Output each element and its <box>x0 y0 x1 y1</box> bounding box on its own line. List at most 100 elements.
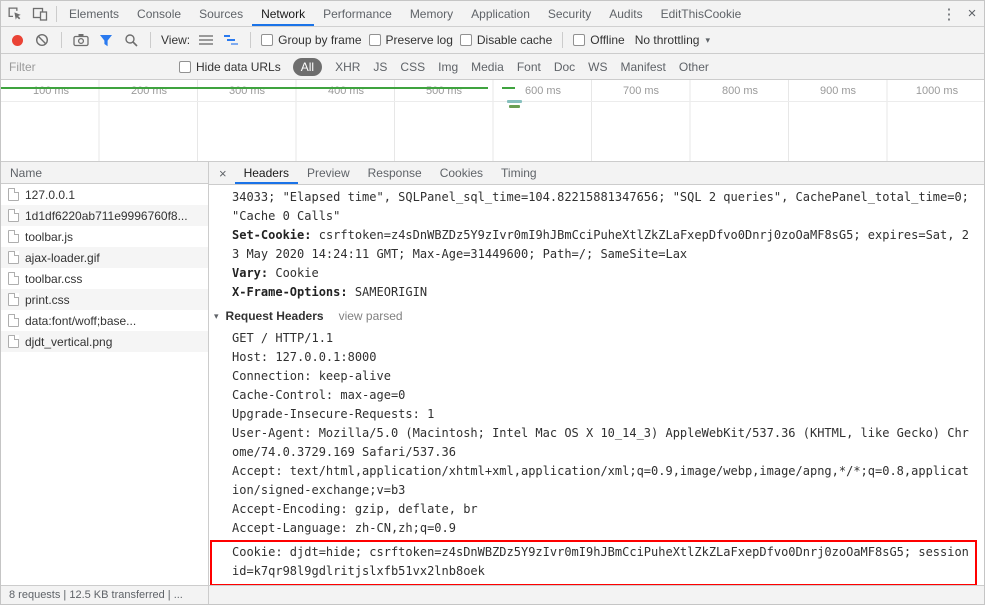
tab-network[interactable]: Network <box>252 1 314 26</box>
checkbox-box <box>261 34 274 46</box>
request-details-panel: × Headers Preview Response Cookies Timin… <box>209 162 984 585</box>
filter-type-font[interactable]: Font <box>517 60 541 74</box>
stylesheet-icon <box>8 293 19 306</box>
response-header-set-cookie: Set-Cookie: csrftoken=z4sDnWBZDz5Y9zIvr0… <box>209 226 980 264</box>
request-row[interactable]: toolbar.js <box>1 226 208 247</box>
request-row[interactable]: 1d1df6220ab711e9996760f8... <box>1 205 208 226</box>
preserve-log-checkbox[interactable]: Preserve log <box>368 33 453 47</box>
details-tab-headers[interactable]: Headers <box>235 162 298 184</box>
request-header-line: Accept-Encoding: gzip, deflate, br <box>232 502 478 516</box>
details-tabbar: × Headers Preview Response Cookies Timin… <box>209 162 984 185</box>
checkbox-box <box>573 34 586 46</box>
request-headers-section[interactable]: ▾ Request Headers view parsed <box>209 307 980 326</box>
more-options-icon[interactable]: ⋮ <box>938 1 960 26</box>
tab-console[interactable]: Console <box>128 1 190 26</box>
filter-input[interactable] <box>9 59 167 74</box>
image-icon <box>8 209 19 222</box>
request-row[interactable]: 127.0.0.1 <box>1 184 208 205</box>
clear-network-log-icon[interactable] <box>33 31 51 49</box>
filter-type-xhr[interactable]: XHR <box>335 60 360 74</box>
details-tab-response[interactable]: Response <box>359 162 431 184</box>
filter-type-other[interactable]: Other <box>679 60 709 74</box>
filter-type-all[interactable]: All <box>292 57 323 76</box>
disable-cache-checkbox[interactable]: Disable cache <box>459 33 552 47</box>
hide-data-urls-checkbox[interactable]: Hide data URLs <box>179 60 281 74</box>
separator <box>250 32 252 48</box>
request-name: ajax-loader.gif <box>25 250 100 265</box>
details-tab-cookies[interactable]: Cookies <box>431 162 492 184</box>
header-overflow-text: 34033; "Elapsed time", SQLPanel_sql_time… <box>232 190 969 223</box>
close-devtools-icon[interactable]: × <box>960 1 984 26</box>
offline-checkbox[interactable]: Offline <box>573 33 625 47</box>
request-row[interactable]: djdt_vertical.png <box>1 331 208 352</box>
request-name: toolbar.css <box>25 271 83 286</box>
request-header-line: Cache-Control: max-age=0 <box>232 388 406 402</box>
network-main-area: Name 127.0.0.1 1d1df6220ab711e9996760f8.… <box>1 162 984 585</box>
header-name: X-Frame-Options: <box>232 285 348 299</box>
tick-label: 800 ms <box>721 85 759 97</box>
device-toolbar-icon[interactable] <box>27 1 53 26</box>
header-value: Cookie <box>275 266 319 280</box>
details-tab-preview[interactable]: Preview <box>298 162 359 184</box>
document-icon <box>8 188 19 201</box>
status-bar: 8 requests | 12.5 KB transferred | ... <box>1 585 984 604</box>
header-name: Set-Cookie: <box>232 228 312 242</box>
response-header-vary: Vary: Cookie <box>209 264 980 283</box>
request-header-line: Upgrade-Insecure-Requests: 1 <box>232 407 435 421</box>
tab-sources[interactable]: Sources <box>190 1 252 26</box>
throttling-select[interactable]: No throttling ▾ <box>632 33 713 47</box>
headers-pane: 34033; "Elapsed time", SQLPanel_sql_time… <box>209 185 984 585</box>
cookie-header-highlight: Cookie: djdt=hide; csrftoken=z4sDnWBZDz5… <box>210 540 977 585</box>
request-name: print.css <box>25 292 70 307</box>
filter-type-ws[interactable]: WS <box>588 60 607 74</box>
request-row[interactable]: toolbar.css <box>1 268 208 289</box>
request-summary: 8 requests | 12.5 KB transferred | ... <box>1 586 209 604</box>
separator <box>562 32 564 48</box>
filter-type-img[interactable]: Img <box>438 60 458 74</box>
tick-label: 900 ms <box>819 85 857 97</box>
request-row[interactable]: data:font/woff;base... <box>1 310 208 331</box>
network-activity-line-segment <box>502 87 515 89</box>
camera-icon-glyph <box>73 34 89 47</box>
device-toolbar-icon-glyph <box>32 7 48 21</box>
capture-screenshots-icon[interactable] <box>72 31 90 49</box>
details-tab-timing[interactable]: Timing <box>492 162 546 184</box>
list-view-icon-glyph <box>199 35 214 45</box>
request-row[interactable]: print.css <box>1 289 208 310</box>
filter-type-manifest[interactable]: Manifest <box>621 60 666 74</box>
tab-application[interactable]: Application <box>462 1 539 26</box>
response-header-x-frame-options: X-Frame-Options: SAMEORIGIN <box>209 283 980 302</box>
tab-memory[interactable]: Memory <box>401 1 462 26</box>
tick-label: 700 ms <box>622 85 660 97</box>
tab-security[interactable]: Security <box>539 1 600 26</box>
separator <box>56 5 57 22</box>
disclosure-triangle-icon: ▾ <box>214 311 219 321</box>
small-request-rows-icon[interactable] <box>197 31 215 49</box>
filter-type-css[interactable]: CSS <box>400 60 425 74</box>
preserve-log-label: Preserve log <box>385 33 453 47</box>
group-by-frame-checkbox[interactable]: Group by frame <box>261 33 362 47</box>
search-icon[interactable] <box>122 31 140 49</box>
tab-performance[interactable]: Performance <box>314 1 401 26</box>
filter-type-js[interactable]: JS <box>373 60 387 74</box>
inspect-element-icon[interactable] <box>1 1 27 26</box>
record-network-log-button[interactable] <box>8 31 26 49</box>
filter-type-doc[interactable]: Doc <box>554 60 575 74</box>
filter-icon[interactable] <box>97 31 115 49</box>
request-row[interactable]: ajax-loader.gif <box>1 247 208 268</box>
script-icon <box>8 230 19 243</box>
show-overview-icon[interactable] <box>222 31 240 49</box>
tab-audits[interactable]: Audits <box>600 1 651 26</box>
request-header-line: Accept-Language: zh-CN,zh;q=0.9 <box>232 521 456 535</box>
close-details-icon[interactable]: × <box>211 162 235 184</box>
header-value: SAMEORIGIN <box>354 285 428 299</box>
timeline-overview[interactable]: 100 ms 200 ms 300 ms 400 ms 500 ms 600 m… <box>1 80 984 162</box>
view-parsed-link[interactable]: view parsed <box>339 307 403 326</box>
request-name: 127.0.0.1 <box>25 187 76 202</box>
tab-elements[interactable]: Elements <box>60 1 128 26</box>
filter-type-media[interactable]: Media <box>471 60 504 74</box>
name-column-header[interactable]: Name <box>1 162 208 184</box>
tab-editthiscookie[interactable]: EditThisCookie <box>652 1 751 26</box>
offline-label: Offline <box>590 33 625 47</box>
request-name: toolbar.js <box>25 229 74 244</box>
